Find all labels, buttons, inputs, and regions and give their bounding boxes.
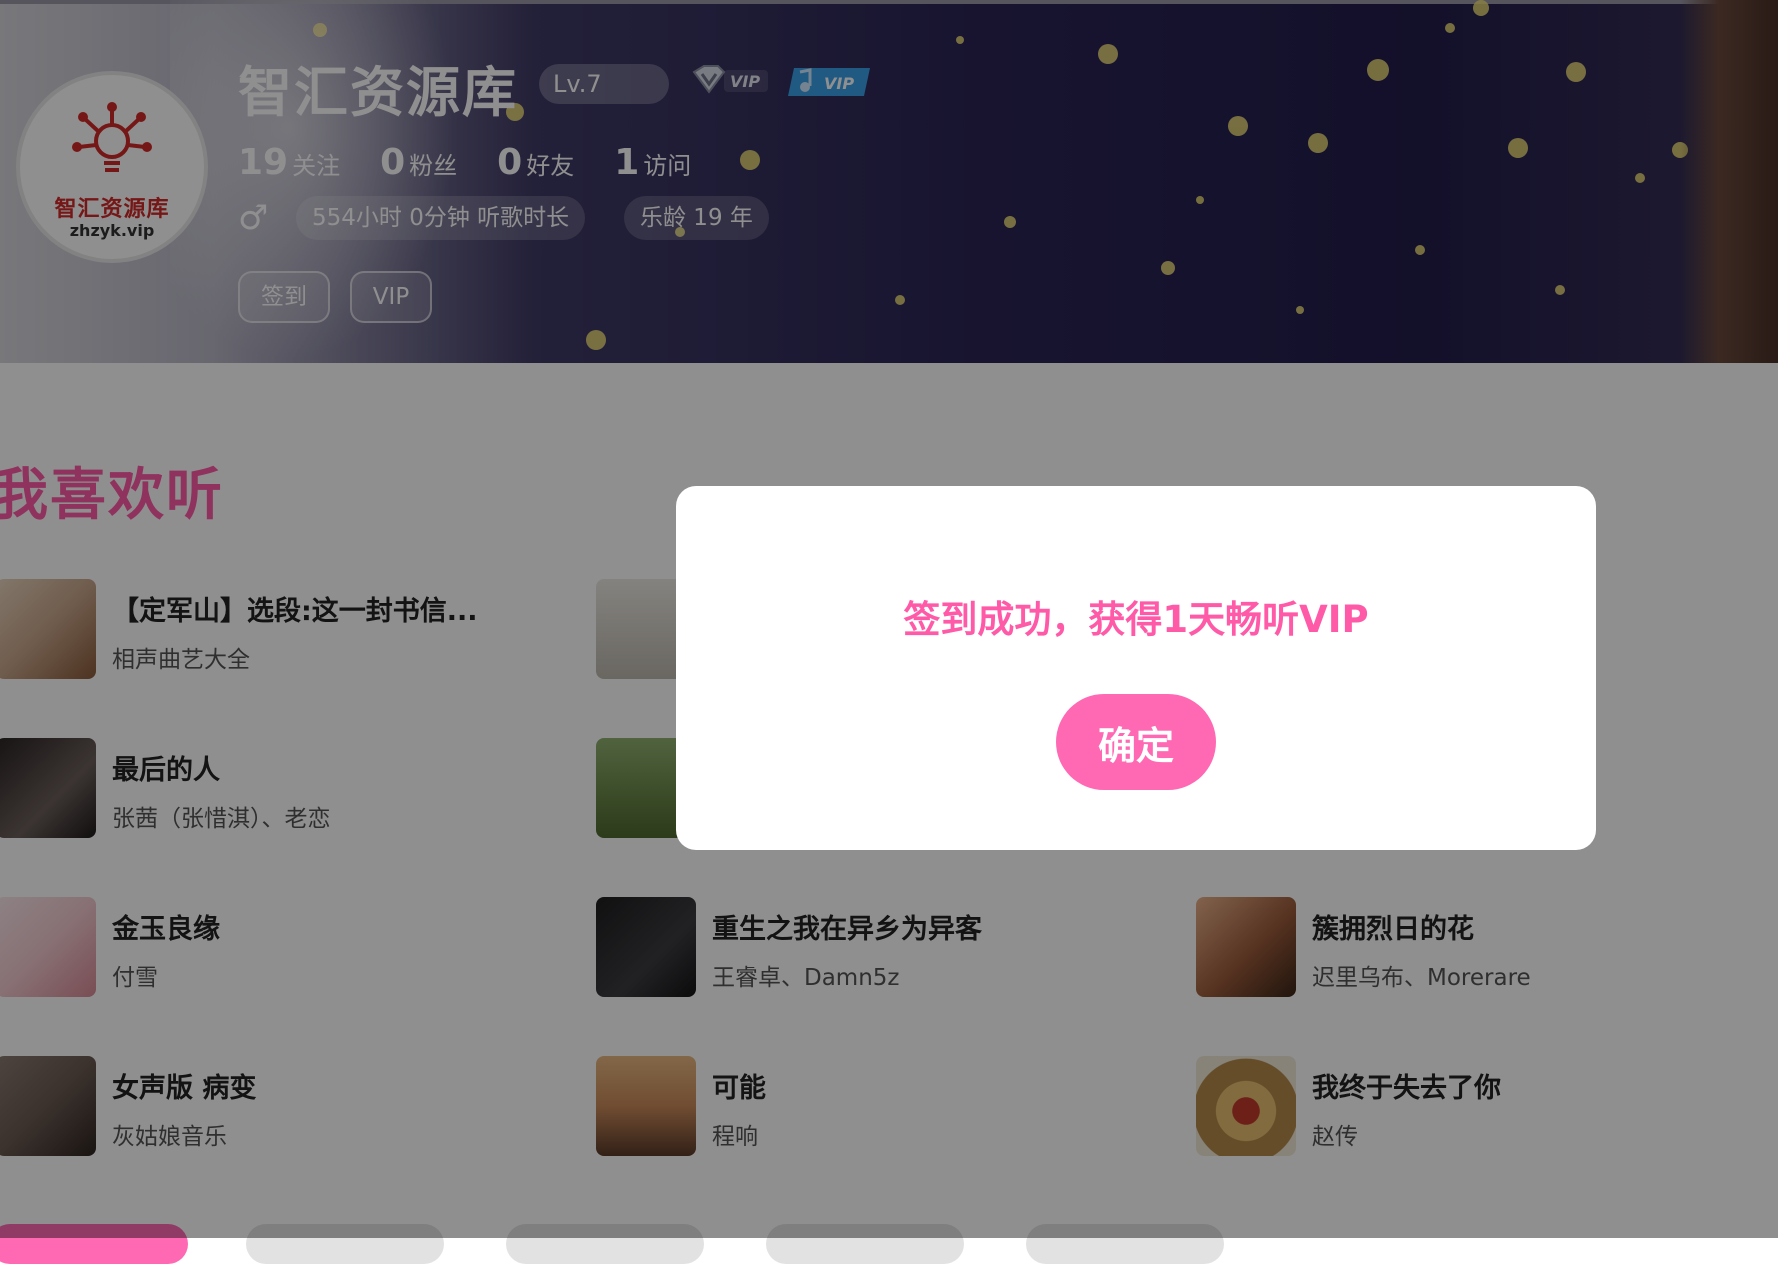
checkin-success-dialog: 签到成功，获得1天畅听VIP 确定 [676,486,1596,850]
dialog-message: 签到成功，获得1天畅听VIP [903,598,1369,641]
confirm-button[interactable]: 确定 [1056,694,1216,790]
